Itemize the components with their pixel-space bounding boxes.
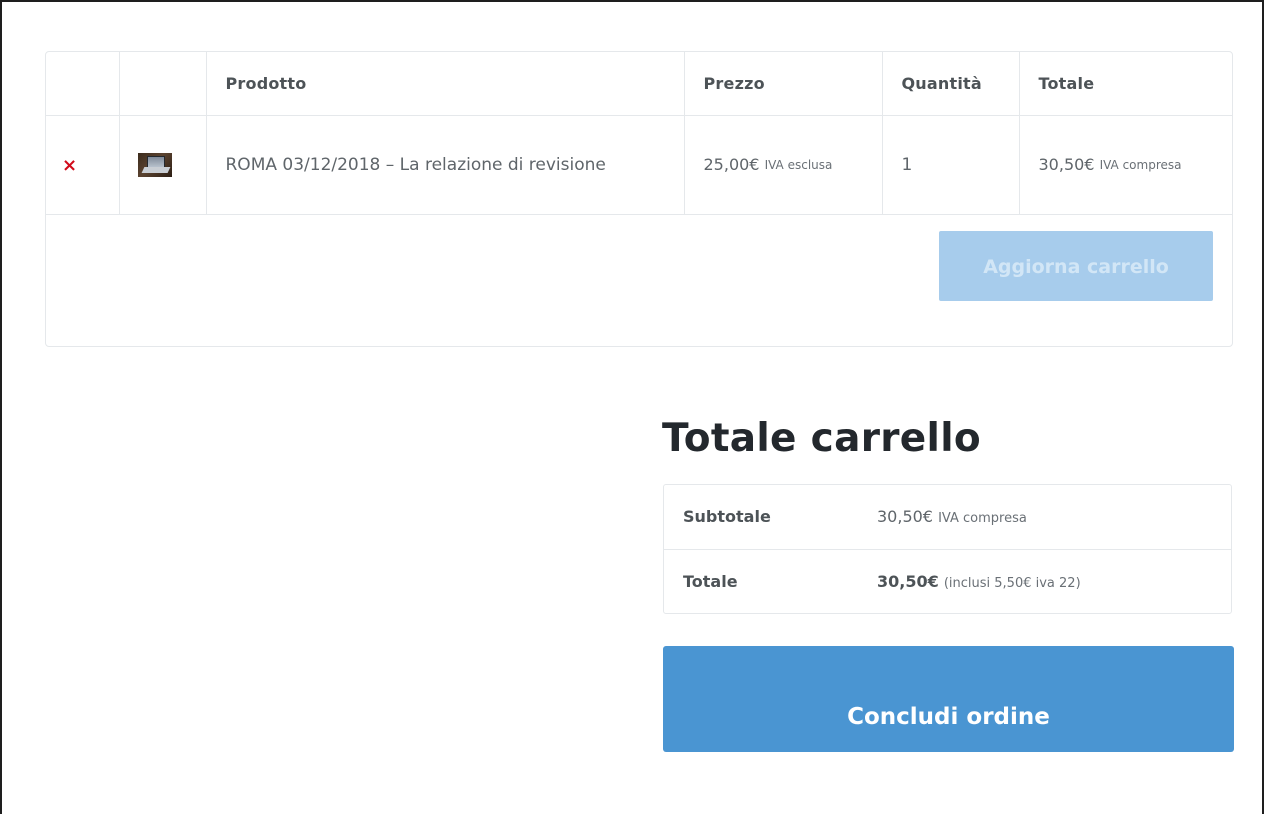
product-thumbnail[interactable] xyxy=(137,153,172,177)
product-name-link[interactable]: ROMA 03/12/2018 – La relazione di revisi… xyxy=(226,152,616,179)
subtotal-value-group: 30,50€ IVA compresa xyxy=(877,485,1027,551)
order-total-row: Totale 30,50€ (inclusi 5,50€ iva 22) xyxy=(664,550,1231,613)
cart-totals-title: Totale carrello xyxy=(662,416,981,461)
price-tax-note: IVA esclusa xyxy=(764,158,833,172)
header-price: Prezzo xyxy=(684,52,883,116)
header-product: Prodotto xyxy=(206,52,685,116)
cart-actions: Aggiorna carrello xyxy=(46,215,1232,345)
product-subtotal: 30,50€ xyxy=(1038,155,1095,174)
product-name-cell: ROMA 03/12/2018 – La relazione di revisi… xyxy=(206,115,685,215)
product-subtotal-cell: 30,50€ IVA compresa xyxy=(1019,115,1232,215)
subtotal-row: Subtotale 30,50€ IVA compresa xyxy=(664,485,1231,550)
product-quantity-cell: 1 xyxy=(882,115,1020,215)
total-value-group: 30,50€ (inclusi 5,50€ iva 22) xyxy=(877,550,1081,613)
subtotal-label: Subtotale xyxy=(683,507,771,526)
product-price: 25,00€ xyxy=(703,155,760,174)
total-label: Totale xyxy=(683,572,738,591)
cart-table: Prodotto Prezzo Quantità Totale × ROMA 0… xyxy=(46,52,1232,215)
laptop-keyboard-icon xyxy=(141,167,170,173)
checkout-button[interactable]: Concludi ordine xyxy=(663,646,1234,752)
header-thumbnail xyxy=(119,52,207,116)
cart-totals-table: Subtotale 30,50€ IVA compresa Totale 30,… xyxy=(663,484,1232,614)
total-tax-note: IVA compresa xyxy=(1099,158,1182,172)
header-remove xyxy=(46,52,120,116)
remove-item-icon[interactable]: × xyxy=(62,155,77,176)
cart-header-row: Prodotto Prezzo Quantità Totale xyxy=(46,52,1232,116)
subtotal-tax-note: IVA compresa xyxy=(938,511,1027,526)
cart-item-row: × ROMA 03/12/2018 – La relazione di revi… xyxy=(46,115,1232,215)
total-tax-note: (inclusi 5,50€ iva 22) xyxy=(943,576,1081,591)
quantity-value[interactable]: 1 xyxy=(902,155,913,175)
thumbnail-cell xyxy=(119,115,207,215)
remove-cell: × xyxy=(46,115,120,215)
update-cart-button[interactable]: Aggiorna carrello xyxy=(939,231,1213,301)
total-value: 30,50€ xyxy=(877,572,939,591)
subtotal-value: 30,50€ xyxy=(877,507,933,526)
product-price-cell: 25,00€ IVA esclusa xyxy=(684,115,883,215)
cart-table-container: Prodotto Prezzo Quantità Totale × ROMA 0… xyxy=(45,51,1233,347)
header-total: Totale xyxy=(1019,52,1232,116)
header-quantity: Quantità xyxy=(882,52,1020,116)
